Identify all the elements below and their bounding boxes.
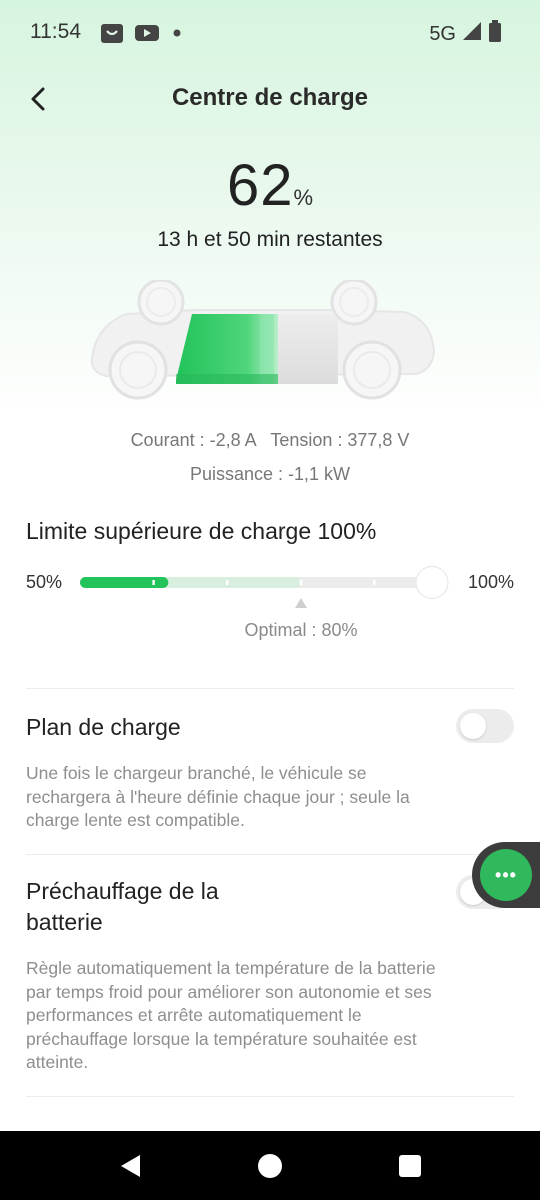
battery-filled-edge — [260, 314, 274, 384]
divider — [26, 688, 514, 689]
battery-icon — [488, 20, 502, 48]
network-type: 5G — [429, 22, 456, 45]
system-nav-bar — [0, 1131, 540, 1200]
signal-icon — [462, 21, 482, 47]
status-time: 11:54 — [30, 20, 81, 43]
optimal-label: Optimal : 80% — [244, 620, 358, 640]
slider-tick — [299, 580, 302, 585]
battery-preheat-title: Préchauffage de la batterie — [26, 878, 219, 935]
home-circle-icon[interactable] — [258, 1154, 282, 1178]
optimal-marker-icon — [295, 598, 307, 608]
charge-limit-min-label: 50% — [26, 572, 63, 592]
charge-schedule-toggle[interactable] — [456, 709, 514, 743]
toggle-knob — [460, 713, 486, 739]
charge-schedule-description: Une fois le chargeur branché, le véhicul… — [26, 763, 410, 830]
divider — [26, 854, 514, 855]
car-wheel — [342, 340, 402, 400]
charge-percent-sign: % — [293, 185, 314, 210]
charge-limit-slider[interactable] — [80, 566, 452, 600]
shopping-bag-icon — [100, 22, 124, 49]
car-wheel — [108, 340, 168, 400]
status-right-icons: 5G — [429, 20, 502, 48]
slider-tick — [152, 580, 155, 585]
car-wheel — [137, 278, 185, 326]
status-bar: 11:54 5G — [0, 0, 540, 66]
status-notification-icons — [100, 22, 184, 49]
back-triangle-icon[interactable] — [118, 1153, 144, 1179]
car-wheel — [330, 278, 378, 326]
floating-assistant-button[interactable]: ••• — [472, 842, 540, 908]
charge-limit-max-label: 100% — [467, 572, 514, 592]
slider-thumb — [415, 566, 449, 599]
header: Centre de charge — [0, 66, 540, 130]
slider-current-level-fill — [80, 577, 169, 588]
battery-base — [176, 374, 278, 384]
youtube-icon — [134, 23, 160, 48]
slider-tick — [373, 580, 376, 585]
divider — [26, 1096, 514, 1097]
slider-tick — [226, 580, 229, 585]
charge-time-remaining: 13 h et 50 min restantes — [157, 228, 383, 251]
current-voltage-metrics: Courant : -2,8 A Tension : 377,8 V — [130, 430, 410, 450]
charge-limit-title: Limite supérieure de charge 100% — [26, 518, 377, 544]
more-dots-icon: ••• — [480, 849, 532, 901]
recents-square-icon[interactable] — [399, 1155, 421, 1177]
charge-schedule-title: Plan de charge — [26, 714, 181, 740]
dot-icon — [170, 26, 184, 45]
page-title: Centre de charge — [171, 84, 369, 111]
charge-percent-value: 62 — [226, 153, 294, 218]
battery-preheat-description: Règle automatiquement la température de … — [26, 958, 436, 1072]
power-metric: Puissance : -1,1 kW — [189, 464, 351, 484]
car-battery-illustration — [86, 278, 438, 400]
charge-percent: 62% — [0, 152, 540, 219]
